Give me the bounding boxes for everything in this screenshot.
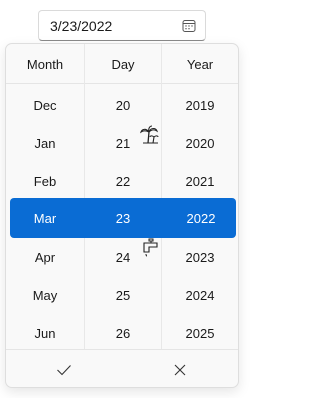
selected-year[interactable]: 2022	[162, 198, 238, 238]
month-header: Month	[26, 56, 64, 72]
checkmark-icon	[57, 364, 71, 375]
accept-button[interactable]	[6, 350, 122, 387]
close-icon	[174, 364, 186, 375]
picker-footer	[6, 349, 238, 387]
month-item[interactable]: Jun	[6, 314, 84, 352]
month-item[interactable]: Dec	[6, 86, 84, 124]
year-item[interactable]: 2021	[162, 162, 238, 200]
day-item[interactable]: 22	[85, 162, 161, 200]
year-item[interactable]: 2023	[162, 238, 238, 276]
day-item[interactable]: 20	[85, 86, 161, 124]
month-item[interactable]: Apr	[6, 238, 84, 276]
year-item[interactable]: 2019	[162, 86, 238, 124]
dismiss-button[interactable]	[122, 350, 238, 387]
calendar-icon[interactable]	[181, 18, 197, 34]
year-item[interactable]: 2025	[162, 314, 238, 352]
year-item[interactable]: 2020	[162, 124, 238, 162]
palm-tree-icon	[139, 124, 159, 144]
month-item[interactable]: Jan	[6, 124, 84, 162]
month-item[interactable]: May	[6, 276, 84, 314]
day-item[interactable]: 25	[85, 276, 161, 314]
month-item[interactable]: Feb	[6, 162, 84, 200]
date-picker-flyout: Month Day Year Dec Jan Feb Apr May Jun 20 21 22…	[5, 43, 239, 388]
faucet-icon	[141, 237, 161, 257]
day-header: Day	[84, 44, 162, 84]
picker-header-row: Month Day Year	[6, 44, 238, 84]
selected-month[interactable]: Mar	[6, 198, 84, 238]
year-header: Year	[186, 56, 214, 72]
date-picker-root: 3/23/2022 Month Day Year Dec Jan Feb Apr May…	[0, 0, 244, 398]
selected-day[interactable]: 23	[84, 198, 162, 238]
year-item[interactable]: 2024	[162, 276, 238, 314]
date-picker-input[interactable]: 3/23/2022	[38, 10, 206, 41]
date-input-value: 3/23/2022	[50, 17, 113, 34]
day-item[interactable]: 26	[85, 314, 161, 352]
